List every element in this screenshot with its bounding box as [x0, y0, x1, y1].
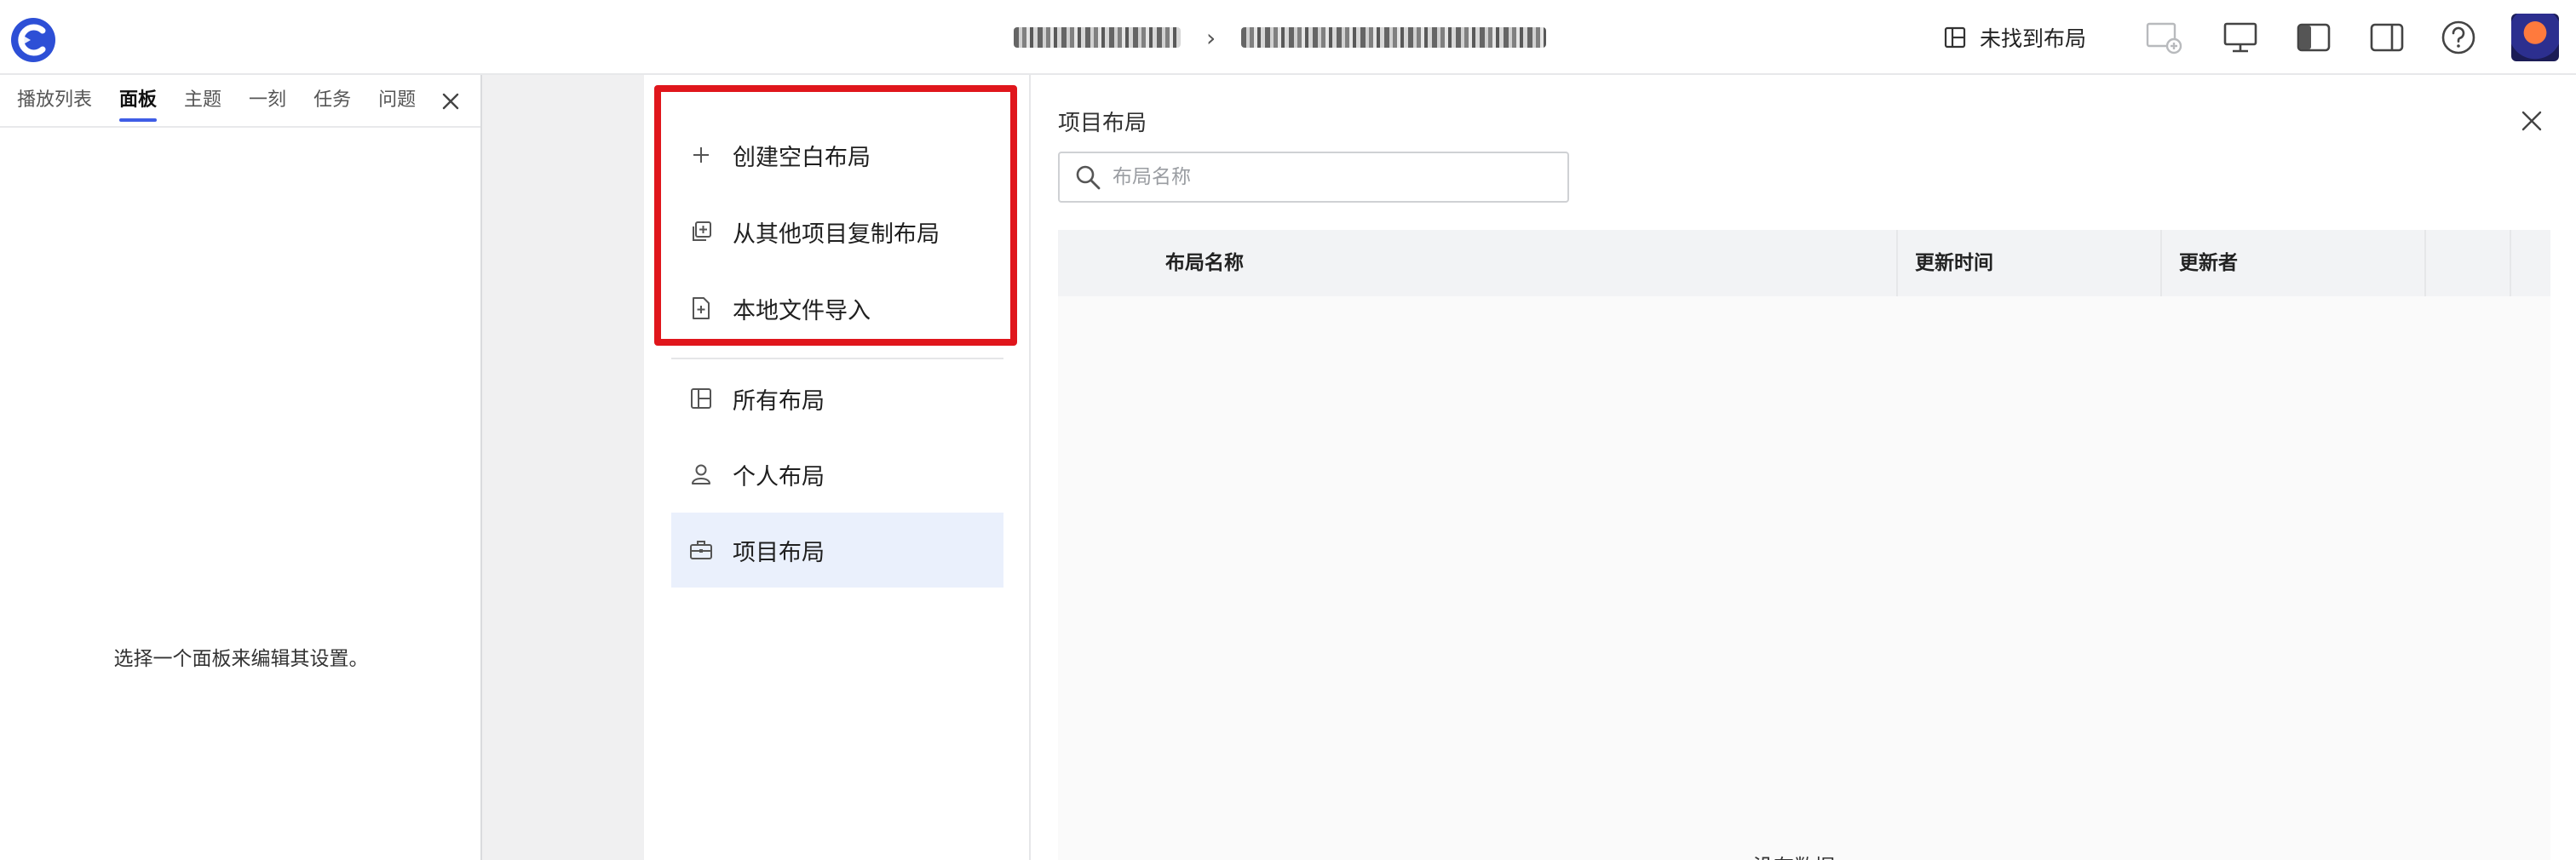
- layout-content: 项目布局 布局名称 更新时间 更新者: [1031, 75, 2576, 860]
- create-blank-layout[interactable]: 创建空白布局: [671, 118, 1003, 192]
- app-window: › 未找到布局 播放列表 面板 主题 一刻 任务 问题 选择一个面板来编辑其设置…: [0, 0, 2576, 860]
- layout-icon: [1944, 26, 1966, 49]
- column-header-actions: [2511, 230, 2550, 296]
- column-header-updated-by[interactable]: 更新者: [2162, 230, 2426, 296]
- breadcrumb-separator-icon: ›: [1206, 23, 1216, 52]
- right-sidebar-icon: [2370, 23, 2404, 52]
- menu-item-label: 本地文件导入: [733, 297, 871, 324]
- top-bar: › 未找到布局: [0, 0, 2576, 75]
- left-panel-tabs: 播放列表 面板 主题 一刻 任务 问题: [0, 75, 480, 128]
- project-layouts[interactable]: 项目布局: [671, 513, 1003, 588]
- monitor-button[interactable]: [2222, 19, 2259, 56]
- add-panel-icon: [2146, 22, 2182, 54]
- left-sidebar-icon: [2297, 23, 2331, 52]
- canvas-backdrop: [482, 75, 644, 860]
- panel-empty-message: 选择一个面板来编辑其设置。: [113, 648, 369, 670]
- column-header-extra: [2426, 230, 2511, 296]
- personal-layouts[interactable]: 个人布局: [671, 437, 1003, 512]
- table-empty-message: 没有数据。: [1058, 850, 2550, 860]
- import-local-file[interactable]: 本地文件导入: [671, 271, 1003, 346]
- search-box: [1058, 152, 1569, 203]
- close-icon: [2521, 111, 2542, 131]
- logo-icon[interactable]: [9, 15, 58, 65]
- tab-moment[interactable]: 一刻: [249, 74, 286, 127]
- add-panel-button[interactable]: [2145, 19, 2182, 56]
- column-header-updated-time[interactable]: 更新时间: [1898, 230, 2162, 296]
- left-panel: 播放列表 面板 主题 一刻 任务 问题 选择一个面板来编辑其设置。: [0, 75, 482, 860]
- copy-layout-from-project[interactable]: 从其他项目复制布局: [671, 194, 1003, 269]
- close-dialog-button[interactable]: [2515, 104, 2549, 138]
- layout-icon: [688, 386, 714, 411]
- menu-divider: [671, 358, 1003, 359]
- table-header: 布局名称 更新时间 更新者: [1058, 230, 2550, 296]
- layout-selector-button[interactable]: 未找到布局: [1944, 19, 2086, 56]
- plus-icon: [688, 142, 714, 168]
- menu-item-label: 所有布局: [733, 387, 825, 415]
- help-icon: [2441, 20, 2475, 54]
- menu-item-label: 个人布局: [733, 463, 825, 490]
- close-icon: [442, 93, 459, 110]
- close-panel-button[interactable]: [434, 85, 467, 118]
- column-header-name[interactable]: 布局名称: [1148, 230, 1898, 296]
- content-title: 项目布局: [1058, 111, 1147, 136]
- tab-theme[interactable]: 主题: [184, 74, 221, 127]
- all-layouts[interactable]: 所有布局: [671, 361, 1003, 436]
- search-input[interactable]: [1113, 166, 1538, 188]
- breadcrumb-dashboard[interactable]: [1241, 27, 1547, 48]
- file-import-icon: [688, 295, 714, 321]
- menu-item-label: 项目布局: [733, 539, 825, 566]
- menu-item-label: 从其他项目复制布局: [733, 221, 940, 248]
- layout-table: 布局名称 更新时间 更新者 没有数据。: [1058, 230, 2550, 860]
- tab-task[interactable]: 任务: [313, 74, 351, 127]
- copy-icon: [688, 219, 714, 244]
- tab-issue[interactable]: 问题: [378, 74, 416, 127]
- tab-panel[interactable]: 面板: [119, 74, 158, 127]
- tab-playlist[interactable]: 播放列表: [17, 74, 92, 127]
- breadcrumb: ›: [1014, 19, 1547, 56]
- avatar[interactable]: [2511, 14, 2559, 61]
- menu-item-label: 创建空白布局: [733, 144, 871, 171]
- help-button[interactable]: [2440, 19, 2477, 56]
- table-header-spacer: [1058, 230, 1148, 296]
- briefcase-icon: [688, 537, 714, 563]
- right-sidebar-toggle[interactable]: [2368, 19, 2406, 56]
- layout-menu: 创建空白布局 从其他项目复制布局 本地文件导入 所有布局 个人布局 项目布局: [644, 75, 1031, 860]
- monitor-icon: [2223, 22, 2257, 53]
- layout-selector-label: 未找到布局: [1980, 26, 2087, 51]
- layout-dialog: 创建空白布局 从其他项目复制布局 本地文件导入 所有布局 个人布局 项目布局 项…: [644, 75, 2576, 860]
- left-sidebar-toggle[interactable]: [2295, 19, 2332, 56]
- breadcrumb-project[interactable]: [1014, 27, 1181, 48]
- search-icon: [1076, 165, 1101, 190]
- user-icon: [688, 462, 714, 487]
